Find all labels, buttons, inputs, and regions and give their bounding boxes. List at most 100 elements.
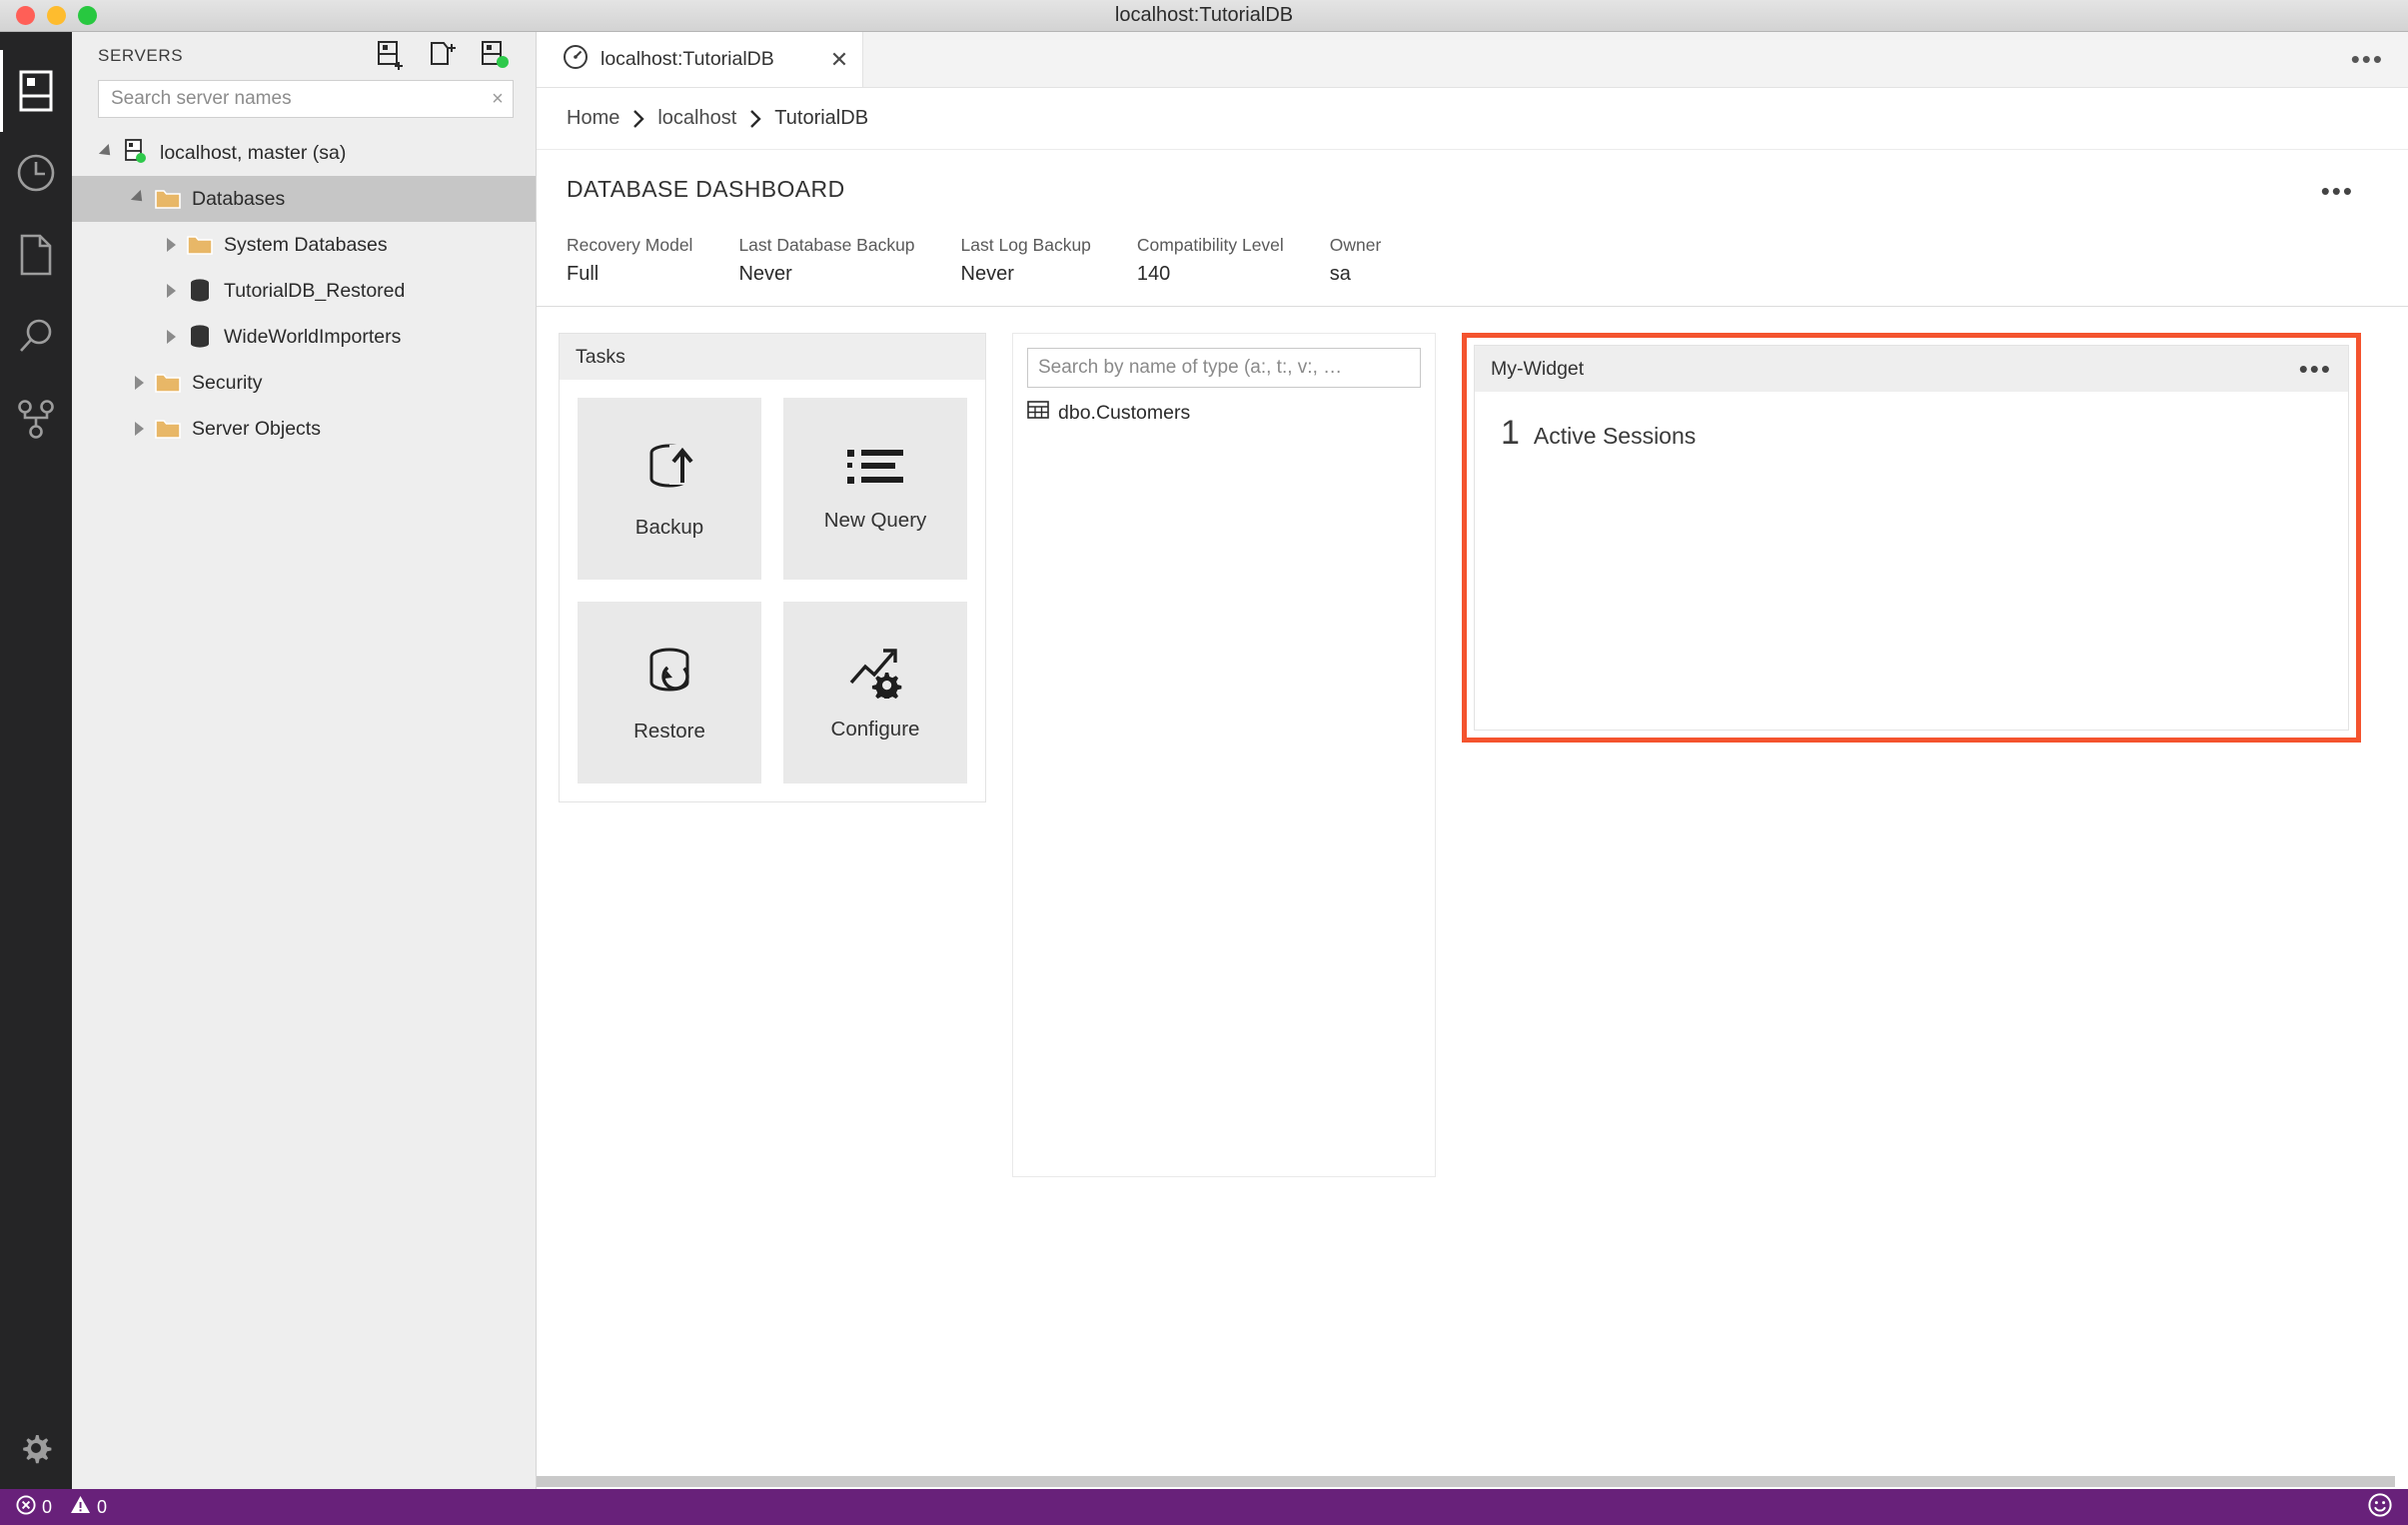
warning-count: 0 (97, 1496, 108, 1517)
task-label: New Query (823, 508, 927, 532)
configure-icon (845, 645, 905, 704)
horizontal-scrollbar-thumb[interactable] (537, 1476, 2395, 1487)
folder-icon (152, 371, 184, 395)
tree-item-label: TutorialDB_Restored (224, 279, 406, 302)
property-last-log-backup: Last Log Backup Never (961, 235, 1091, 286)
sidebar-title: SERVERS (98, 46, 184, 65)
tab-localhost-tutorialdb[interactable]: localhost:TutorialDB ✕ (537, 32, 864, 87)
property-value: Full (567, 263, 600, 285)
tree-item-label: Security (192, 371, 263, 394)
server-search-wrapper: × (72, 80, 536, 118)
restore-icon (639, 643, 699, 706)
explorer-search-box[interactable] (1027, 348, 1421, 388)
property-value: Never (738, 263, 792, 285)
explorer-item-label: dbo.Customers (1058, 401, 1191, 424)
status-bar: 0 0 (0, 1489, 2408, 1525)
dashboard-header: DATABASE DASHBOARD ••• (537, 150, 2408, 217)
editor-actions-more-icon[interactable]: ••• (2327, 32, 2408, 87)
tasks-grid: Backup New Query Restore Configure (560, 380, 985, 801)
breadcrumb-item-localhost[interactable]: localhost (657, 107, 736, 130)
search-server-box[interactable]: × (98, 80, 514, 118)
search-input[interactable] (99, 88, 483, 110)
property-label: Last Log Backup (960, 235, 1091, 255)
property-label: Last Database Backup (738, 235, 915, 255)
horizontal-scrollbar[interactable] (537, 1475, 2408, 1489)
tree-item-databases[interactable]: Databases (72, 176, 536, 222)
widgets-container: Tasks Backup New Query Restore Configure… (537, 307, 2408, 1489)
status-bar-left: 0 0 (16, 1494, 107, 1520)
activity-item-history[interactable] (0, 132, 72, 214)
tree-item-system-databases[interactable]: System Databases (72, 222, 536, 268)
task-configure-button[interactable]: Configure (783, 602, 967, 783)
dashboard-more-icon[interactable]: ••• (2321, 176, 2378, 207)
add-server-group-icon[interactable] (428, 40, 458, 72)
metric-active-sessions: 1 Active Sessions (1501, 414, 2322, 453)
property-compatibility-level: Compatibility Level 140 (1137, 235, 1284, 286)
file-icon (19, 234, 53, 276)
tree-item-label: WideWorldImporters (224, 325, 402, 348)
status-errors[interactable]: 0 (16, 1494, 52, 1520)
chevron-right-icon[interactable] (158, 330, 184, 344)
add-connection-icon[interactable] (376, 40, 406, 72)
error-icon (16, 1494, 36, 1520)
sidebar-actions (376, 40, 522, 72)
task-label: Configure (830, 717, 920, 741)
property-label: Compatibility Level (1136, 235, 1284, 255)
server-connected-icon (120, 139, 152, 167)
task-label: Backup (634, 515, 704, 539)
activity-item-search[interactable] (0, 296, 72, 378)
chevron-right-icon[interactable] (158, 238, 184, 252)
status-warnings[interactable]: 0 (70, 1495, 107, 1519)
window-title: localhost:TutorialDB (1114, 4, 1294, 26)
widget-more-icon[interactable]: ••• (2299, 354, 2332, 385)
tree-item-security[interactable]: Security (72, 360, 536, 406)
metric-value: 1 (1501, 414, 1520, 452)
property-value: sa (1329, 263, 1351, 285)
widget-title: My-Widget (1491, 357, 1585, 380)
tab-bar-spacer (863, 32, 2326, 87)
tree-item-tutorialdb-restored[interactable]: TutorialDB_Restored (72, 268, 536, 314)
widget-my-widget: My-Widget ••• 1 Active Sessions (1474, 345, 2349, 731)
task-backup-button[interactable]: Backup (578, 398, 761, 580)
chevron-right-icon[interactable] (126, 422, 152, 436)
gear-icon (19, 1431, 53, 1465)
explorer-search-input[interactable] (1028, 357, 1420, 379)
tree-item-localhost[interactable]: localhost, master (sa) (72, 130, 536, 176)
status-bar-right (2368, 1492, 2392, 1522)
property-last-database-backup: Last Database Backup Never (738, 235, 914, 286)
activity-item-servers[interactable] (0, 50, 72, 132)
property-recovery-model: Recovery Model Full (567, 235, 692, 286)
database-properties: Recovery Model Full Last Database Backup… (537, 217, 2408, 307)
new-query-icon (845, 446, 905, 495)
breadcrumb-item-home[interactable]: Home (567, 107, 619, 130)
chevron-down-icon[interactable] (94, 143, 120, 160)
chevron-down-icon[interactable] (126, 189, 152, 206)
task-new-query-button[interactable]: New Query (783, 398, 967, 580)
sidebar-header: SERVERS (72, 32, 536, 80)
source-control-icon (17, 399, 55, 439)
clear-search-icon[interactable]: × (483, 88, 513, 111)
tree-item-wideworldimporters[interactable]: WideWorldImporters (72, 314, 536, 360)
activity-bar (0, 32, 72, 1489)
servers-icon (19, 70, 53, 112)
widget-my-widget-body: 1 Active Sessions (1475, 392, 2348, 730)
widget-tasks: Tasks Backup New Query Restore Configure (559, 333, 986, 802)
chevron-right-icon[interactable] (158, 284, 184, 298)
breadcrumb-item-tutorialdb[interactable]: TutorialDB (774, 107, 868, 130)
explorer-item-dbo-customers[interactable]: dbo.Customers (1027, 396, 1421, 430)
table-icon (1027, 400, 1049, 426)
task-restore-button[interactable]: Restore (578, 602, 761, 783)
metric-label: Active Sessions (1533, 423, 1697, 449)
activity-item-files[interactable] (0, 214, 72, 296)
smiley-icon[interactable] (2368, 1492, 2392, 1522)
search-icon (16, 317, 56, 357)
activity-item-source-control[interactable] (0, 378, 72, 460)
folder-icon (152, 187, 184, 211)
clock-icon (16, 153, 56, 193)
chevron-right-icon[interactable] (126, 376, 152, 390)
close-tab-icon[interactable]: ✕ (786, 48, 848, 71)
tree-item-server-objects[interactable]: Server Objects (72, 406, 536, 452)
active-connections-icon[interactable] (480, 40, 510, 72)
activity-item-manage[interactable] (0, 1407, 72, 1489)
widget-my-widget-highlight: My-Widget ••• 1 Active Sessions (1462, 333, 2361, 743)
